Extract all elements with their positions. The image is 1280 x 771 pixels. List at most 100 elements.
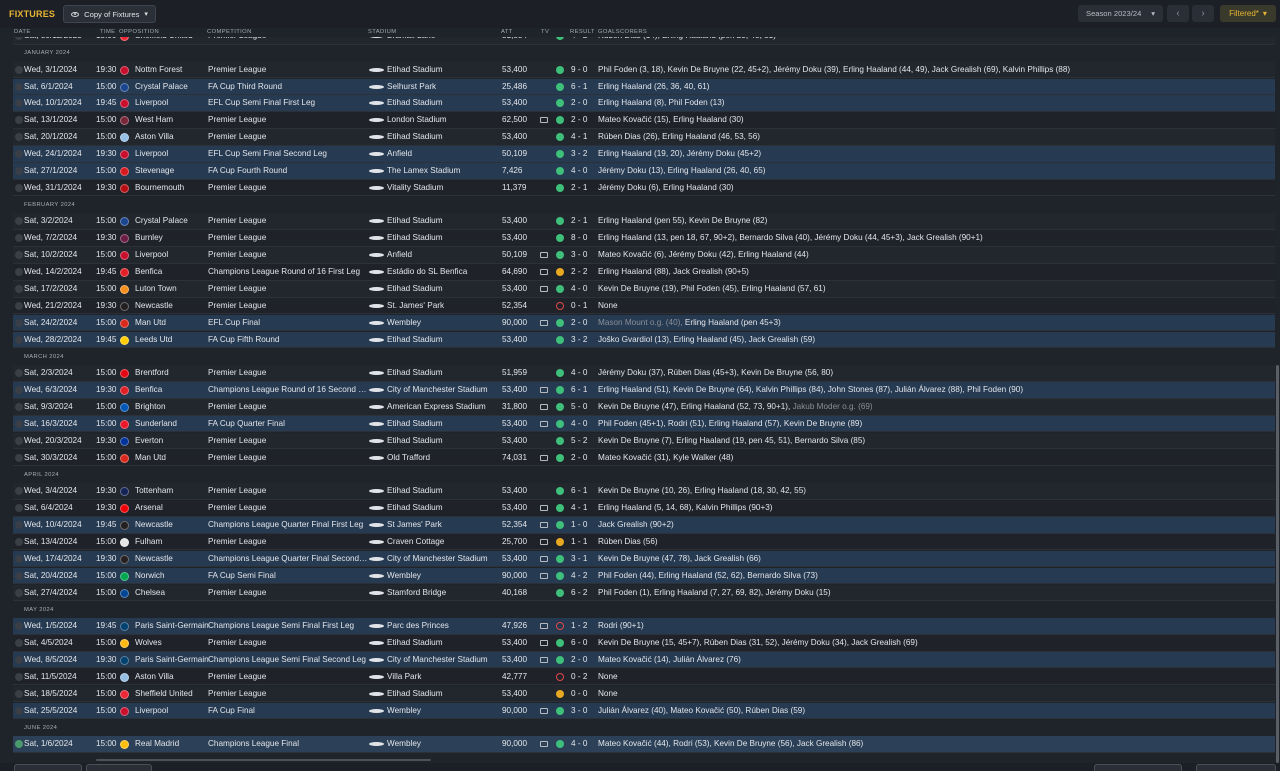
row-checkbox[interactable] [15,487,23,496]
row-checkbox[interactable] [15,99,23,108]
row-checkbox[interactable] [15,571,23,580]
opposition-link[interactable]: Liverpool [135,247,215,263]
opposition-link[interactable]: Tottenham [135,483,215,499]
competition-link[interactable]: EFL Cup Final [208,315,368,331]
table-row[interactable]: Sat, 18/5/2024 15:00 Sheffield United Premi… [13,685,1275,703]
opposition-link[interactable]: Fulham [135,534,215,550]
opposition-link[interactable]: Luton Town [135,281,215,297]
result-score[interactable]: 4 - 0 [571,281,601,297]
row-checkbox[interactable] [15,133,23,142]
competition-link[interactable]: Champions League Final [208,736,368,752]
competition-link[interactable]: Premier League [208,298,368,314]
result-score[interactable]: 2 - 1 [571,213,601,229]
table-row[interactable]: Sat, 20/1/2024 15:00 Aston Villa Premier Le… [13,129,1275,146]
opposition-link[interactable]: Nottm Forest [135,62,215,78]
competition-link[interactable]: FA Cup Fourth Round [208,163,368,179]
competition-link[interactable]: FA Cup Final [208,703,368,719]
competition-link[interactable]: Champions League Round of 16 First Leg [208,264,368,280]
competition-link[interactable]: FA Cup Fifth Round [208,332,368,348]
competition-link[interactable]: FA Cup Semi Final [208,568,368,584]
result-score[interactable]: 2 - 1 [571,180,601,196]
table-row[interactable]: Sat, 13/4/2024 15:00 Fulham Premier League C… [13,533,1275,551]
result-score[interactable]: 0 - 2 [571,669,601,685]
opposition-link[interactable]: West Ham [135,112,215,128]
result-score[interactable]: 1 - 0 [571,517,601,533]
table-row[interactable]: Sat, 10/2/2024 15:00 Liverpool Premier Leag… [13,247,1275,264]
column-header-goalscorers[interactable]: GOALSCORERS [598,29,647,35]
row-checkbox[interactable] [15,706,23,715]
row-checkbox[interactable] [15,672,23,681]
table-row[interactable]: Sat, 25/5/2024 15:00 Liverpool FA Cup Final… [13,702,1275,720]
column-header-result[interactable]: RESULT [570,29,595,35]
opposition-link[interactable]: Man Utd [135,450,215,466]
result-score[interactable]: 4 - 0 [571,163,601,179]
row-checkbox[interactable] [15,554,23,563]
column-header-att[interactable]: ATT [501,29,513,35]
competition-link[interactable]: Premier League [208,483,368,499]
competition-link[interactable]: Champions League Round of 16 Second Leg [208,382,368,398]
filter-button[interactable]: Filtered* ▾ [1220,5,1276,22]
competition-link[interactable]: Premier League [208,635,368,651]
bottom-button-far-right[interactable] [1196,764,1276,771]
competition-link[interactable]: Premier League [208,112,368,128]
row-checkbox[interactable] [15,167,23,175]
row-checkbox[interactable] [15,740,23,749]
competition-link[interactable]: Champions League Quarter Final First Leg [208,517,368,533]
row-checkbox[interactable] [15,65,23,74]
result-score[interactable]: 3 - 0 [571,247,601,263]
vertical-scrollbar[interactable] [1276,365,1279,763]
table-row[interactable]: Sat, 13/1/2024 15:00 West Ham Premier Leagu… [13,112,1275,129]
table-row[interactable]: Sat, 30/3/2024 15:00 Man Utd Premier League… [13,449,1275,467]
opposition-link[interactable]: Sheffield United [135,37,215,44]
opposition-link[interactable]: Aston Villa [135,129,215,145]
competition-link[interactable]: Premier League [208,534,368,550]
competition-link[interactable]: EFL Cup Semi Final Second Leg [208,146,368,162]
opposition-link[interactable]: Liverpool [135,95,215,111]
row-checkbox[interactable] [15,369,23,378]
table-row[interactable]: Wed, 10/1/2024 19:45 Liverpool EFL Cup Semi… [13,95,1275,112]
competition-link[interactable]: Premier League [208,247,368,263]
row-checkbox[interactable] [15,285,23,293]
result-score[interactable]: 6 - 0 [571,635,601,651]
row-checkbox[interactable] [15,622,23,631]
table-row[interactable]: Sat, 17/2/2024 15:00 Luton Town Premier Lea… [13,281,1275,298]
opposition-link[interactable]: Aston Villa [135,669,215,685]
table-row[interactable]: Sat, 20/4/2024 15:00 Norwich FA Cup Semi Fi… [13,567,1275,585]
bottom-button-second[interactable] [86,764,152,771]
opposition-link[interactable]: Leeds Utd [135,332,215,348]
opposition-link[interactable]: Liverpool [135,146,215,162]
opposition-link[interactable]: Sheffield United [135,686,215,702]
opposition-link[interactable]: Chelsea [135,585,215,601]
opposition-link[interactable]: Stevenage [135,163,215,179]
table-row[interactable]: Wed, 10/4/2024 19:45 Newcastle Champions Le… [13,517,1275,534]
result-score[interactable]: 3 - 2 [571,332,601,348]
result-score[interactable]: 6 - 2 [571,585,601,601]
opposition-link[interactable]: Burnley [135,230,215,246]
row-checkbox[interactable] [15,436,23,445]
table-row[interactable]: Sat, 24/2/2024 15:00 Man Utd EFL Cup Final W… [13,314,1275,332]
competition-link[interactable]: Premier League [208,686,368,702]
row-checkbox[interactable] [15,386,23,395]
result-score[interactable]: 6 - 1 [571,79,601,95]
table-row[interactable]: Wed, 1/5/2024 19:45 Paris Saint-Germain Cha… [13,618,1275,635]
competition-link[interactable]: Champions League Semi Final Second Leg [208,652,368,668]
row-checkbox[interactable] [15,403,23,411]
row-checkbox[interactable] [15,521,23,529]
result-score[interactable]: 2 - 0 [571,652,601,668]
opposition-link[interactable]: Liverpool [135,703,215,719]
table-row[interactable]: Sat, 9/3/2024 15:00 Brighton Premier League… [13,399,1275,416]
result-score[interactable]: 4 - 2 [571,37,601,44]
competition-link[interactable]: Premier League [208,129,368,145]
table-row[interactable]: Sat, 2/3/2024 15:00 Brentford Premier Leagu… [13,365,1275,382]
competition-link[interactable]: FA Cup Third Round [208,79,368,95]
row-checkbox[interactable] [15,301,23,310]
opposition-link[interactable]: Everton [135,433,215,449]
opposition-link[interactable]: Paris Saint-Germain [135,652,215,668]
competition-link[interactable]: Premier League [208,399,368,415]
opposition-link[interactable]: Newcastle [135,551,215,567]
opposition-link[interactable]: Brentford [135,365,215,381]
row-checkbox[interactable] [15,116,23,125]
result-score[interactable]: 1 - 1 [571,534,601,550]
result-score[interactable]: 2 - 0 [571,95,601,111]
season-selector[interactable]: Season 2023/24 ▾ [1078,5,1163,22]
